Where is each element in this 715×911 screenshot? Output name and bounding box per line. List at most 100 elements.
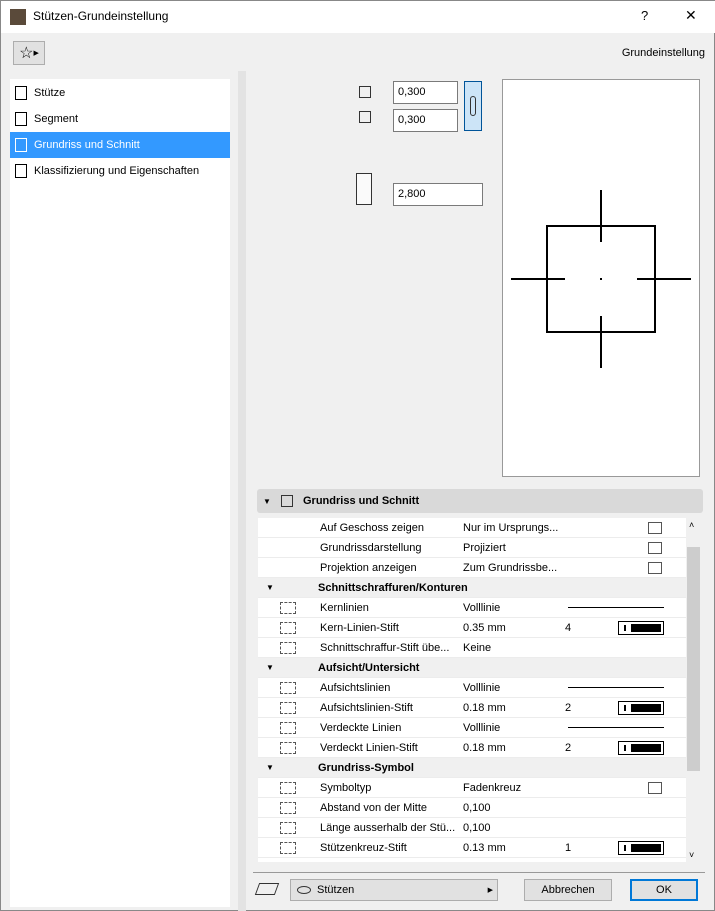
- link-toggle-button[interactable]: [464, 81, 482, 131]
- floorplan-icon: [281, 495, 293, 507]
- mode-label: Grundeinstellung: [621, 47, 705, 59]
- row-value[interactable]: Volllinie: [463, 682, 500, 694]
- row-icon: [280, 681, 296, 694]
- row-value[interactable]: Nur im Ursprungs...: [463, 522, 558, 534]
- width-input[interactable]: 0,300: [393, 81, 458, 104]
- row-value[interactable]: 0.18 mm: [463, 742, 506, 754]
- nav-item-grundriss[interactable]: Grundriss und Schnitt: [10, 132, 230, 158]
- list-item[interactable]: Aufsichtslinien-Stift 0.18 mm 2: [258, 698, 686, 718]
- list-item[interactable]: Symboltyp Fadenkreuz: [258, 778, 686, 798]
- row-label: Verdeckte Linien: [320, 721, 402, 734]
- row-value[interactable]: Volllinie: [463, 602, 500, 614]
- help-button[interactable]: ?: [641, 8, 648, 23]
- pen-number: 1: [565, 841, 572, 854]
- favorites-button[interactable]: ☆ ▶: [13, 41, 45, 65]
- row-value[interactable]: Fadenkreuz: [463, 782, 521, 794]
- star-icon: ☆: [19, 45, 34, 62]
- cancel-button[interactable]: Abbrechen: [524, 879, 612, 901]
- sidebar: Stütze Segment Grundriss und Schnitt Kla…: [10, 79, 230, 907]
- scrollbar-thumb[interactable]: [687, 547, 700, 771]
- ok-button[interactable]: OK: [630, 879, 698, 901]
- pen-preview: [618, 740, 664, 755]
- layer-select[interactable]: Stützen ▶: [290, 879, 498, 901]
- pen-number: 4: [565, 621, 572, 634]
- title-bar: Stützen-Grundeinstellung ? ✕: [1, 1, 715, 33]
- column-height-icon: [356, 173, 372, 205]
- list-item[interactable]: Kern-Linien-Stift 0.35 mm 4: [258, 618, 686, 638]
- list-item[interactable]: Stützenkreuz-Stift 0.13 mm 1: [258, 838, 686, 858]
- row-label: Aufsichtslinien: [320, 681, 391, 694]
- section-header[interactable]: ▼ Grundriss und Schnitt: [257, 489, 703, 513]
- list-item[interactable]: Grundrissdarstellung Projiziert: [258, 538, 686, 558]
- row-value[interactable]: 0,100: [463, 822, 491, 834]
- arrow-right-icon: ▶: [487, 887, 493, 894]
- nav-item-stuetze[interactable]: Stütze: [10, 80, 230, 106]
- group-header[interactable]: ▼ Aufsicht/Untersicht: [258, 658, 686, 678]
- window-title: Stützen-Grundeinstellung: [33, 9, 169, 23]
- row-value[interactable]: Projiziert: [463, 542, 506, 554]
- document-icon: [15, 164, 27, 178]
- list-item[interactable]: Aufsichtslinien Volllinie: [258, 678, 686, 698]
- crosshair-icon: [648, 781, 662, 794]
- depth-icon: [359, 111, 371, 123]
- row-label: Projektion anzeigen: [320, 561, 417, 574]
- row-icon: [280, 701, 296, 714]
- list-item[interactable]: Kernlinien Volllinie: [258, 598, 686, 618]
- nav-item-segment[interactable]: Segment: [10, 106, 230, 132]
- row-label: Schnittschraffuren/Konturen: [318, 581, 468, 594]
- line-type-preview: [568, 607, 664, 608]
- group-header[interactable]: ▼ Grundriss-Symbol: [258, 758, 686, 778]
- list-item[interactable]: Verdeckte Linien Volllinie: [258, 718, 686, 738]
- list-item[interactable]: Länge ausserhalb der Stü... 0,100: [258, 818, 686, 838]
- row-label: Schnittschraffur-Stift übe...: [320, 641, 450, 654]
- line-type-preview: [568, 687, 664, 688]
- row-icon: [280, 601, 296, 614]
- row-label: Länge ausserhalb der Stü...: [320, 821, 456, 834]
- row-icon: [280, 801, 296, 814]
- row-value[interactable]: Zum Grundrissbe...: [463, 562, 557, 574]
- collapse-icon: ▼: [266, 583, 274, 592]
- projection-icon: [648, 561, 662, 574]
- list-item[interactable]: Schnittschraffur-Stift übe... Keine: [258, 638, 686, 658]
- row-icon: [280, 781, 296, 794]
- pen-number: 2: [565, 701, 572, 714]
- list-item[interactable]: Auf Geschoss zeigen Nur im Ursprungs...: [258, 518, 686, 538]
- height-input[interactable]: 2,800: [393, 183, 483, 206]
- row-icon: [280, 721, 296, 734]
- row-icon: [280, 741, 296, 754]
- row-label: Symboltyp: [320, 781, 372, 794]
- scroll-down-icon[interactable]: ˅: [689, 850, 694, 860]
- group-header[interactable]: ▼ Schnittschraffuren/Konturen: [258, 578, 686, 598]
- settings-list: Auf Geschoss zeigen Nur im Ursprungs... Gr…: [258, 518, 686, 862]
- row-value[interactable]: 0.13 mm: [463, 842, 506, 854]
- row-icon: [280, 641, 296, 654]
- row-value[interactable]: 0.18 mm: [463, 702, 506, 714]
- row-value[interactable]: Keine: [463, 642, 491, 654]
- column-preview: [502, 79, 700, 477]
- row-label: Abstand von der Mitte: [320, 801, 428, 814]
- arrow-right-icon: ▶: [33, 50, 39, 57]
- row-icon: [280, 821, 296, 834]
- list-item[interactable]: Projektion anzeigen Zum Grundrissbe...: [258, 558, 686, 578]
- nav-item-klassifizierung[interactable]: Klassifizierung und Eigenschaften: [10, 158, 230, 184]
- pen-preview: [618, 620, 664, 635]
- row-label: Aufsichtslinien-Stift: [320, 701, 413, 714]
- panel-splitter[interactable]: [238, 71, 246, 911]
- row-label: Kernlinien: [320, 601, 369, 614]
- row-value[interactable]: Volllinie: [463, 722, 500, 734]
- list-item[interactable]: Abstand von der Mitte 0,100: [258, 798, 686, 818]
- layers-icon: [254, 883, 280, 895]
- segment-icon: [15, 112, 27, 126]
- app-icon: [10, 9, 26, 25]
- depth-input[interactable]: 0,300: [393, 109, 458, 132]
- list-item[interactable]: Verdeckt Linien-Stift 0.18 mm 2: [258, 738, 686, 758]
- eye-icon: [297, 886, 311, 894]
- pen-preview: [618, 700, 664, 715]
- pen-number: 2: [565, 741, 572, 754]
- projected-icon: [648, 541, 662, 554]
- row-value[interactable]: 0.35 mm: [463, 622, 506, 634]
- row-label: Stützenkreuz-Stift: [320, 841, 407, 854]
- close-button[interactable]: ✕: [685, 7, 697, 24]
- row-value[interactable]: 0,100: [463, 802, 491, 814]
- scroll-up-icon[interactable]: ˄: [689, 520, 694, 530]
